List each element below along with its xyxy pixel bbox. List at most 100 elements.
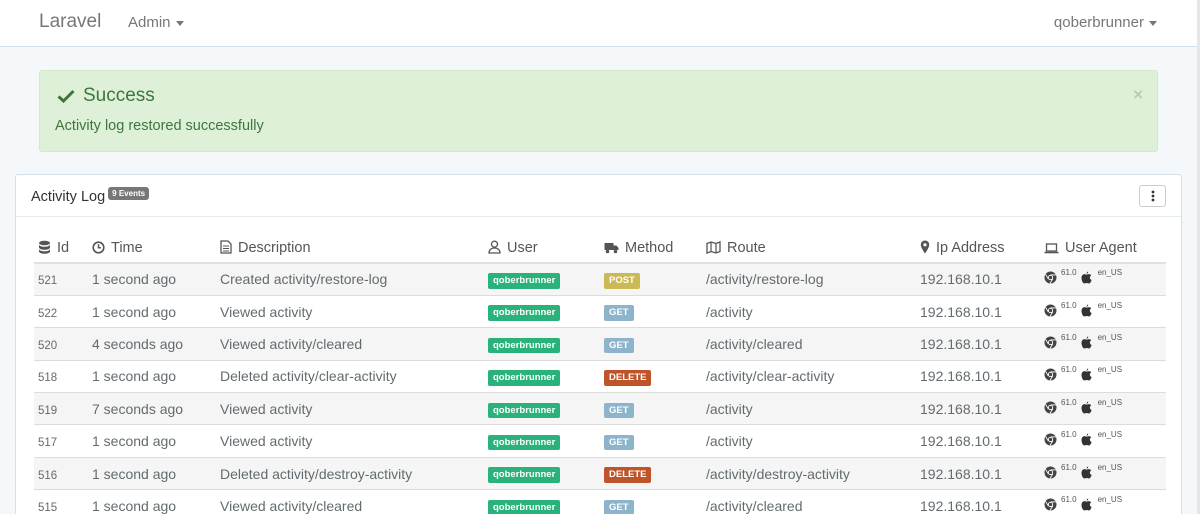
cell-description: Deleted activity/destroy-activity <box>216 456 484 490</box>
cell-route: /activity/cleared <box>702 327 916 361</box>
cell-ip: 192.168.10.1 <box>916 327 1040 361</box>
table-row[interactable]: 515 1 second ago Viewed activity/cleared… <box>34 489 1166 514</box>
method-badge: POST <box>604 273 640 289</box>
column-header-description[interactable]: Description <box>216 233 484 264</box>
locale-label: en_US <box>1097 300 1123 310</box>
cell-route: /activity <box>702 424 916 458</box>
table-row[interactable]: 517 1 second ago Viewed activity qoberbr… <box>34 424 1166 458</box>
caret-down-icon <box>1149 20 1157 26</box>
map-icon <box>706 240 721 254</box>
cell-ip: 192.168.10.1 <box>916 489 1040 514</box>
cell-description: Created activity/restore-log <box>216 262 484 296</box>
chrome-icon <box>1044 368 1057 381</box>
cell-method: GET <box>600 327 702 361</box>
apple-icon <box>1081 401 1092 414</box>
cell-route: /activity/destroy-activity <box>702 456 916 490</box>
locale-label: en_US <box>1097 462 1123 472</box>
cell-time: 1 second ago <box>88 294 216 328</box>
cell-time: 1 second ago <box>88 489 216 514</box>
alert-title: Success <box>57 85 155 107</box>
table-row[interactable]: 522 1 second ago Viewed activity qoberbr… <box>34 294 1166 328</box>
user-dropdown[interactable]: qoberbrunner <box>1054 14 1157 31</box>
column-header-label: Route <box>727 239 766 256</box>
browser-version: 61.0 <box>1061 397 1077 407</box>
vertical-ellipsis-icon <box>1151 190 1154 202</box>
apple-icon <box>1081 336 1092 349</box>
locale-label: en_US <box>1097 397 1123 407</box>
column-header-label: Description <box>238 239 311 256</box>
admin-dropdown[interactable]: Admin <box>128 14 184 31</box>
activity-log-panel: Activity Log 9 Events Id Time Description… <box>15 174 1182 514</box>
cell-id: 522 <box>34 294 88 328</box>
cell-time: 4 seconds ago <box>88 327 216 361</box>
user-badge[interactable]: qoberbrunner <box>488 402 561 418</box>
cell-ip: 192.168.10.1 <box>916 262 1040 296</box>
column-header-label: Ip Address <box>936 239 1005 256</box>
column-header-route[interactable]: Route <box>702 233 916 264</box>
user-badge[interactable]: qoberbrunner <box>488 337 561 354</box>
cell-method: DELETE <box>600 359 702 393</box>
cell-user: qoberbrunner <box>484 489 600 514</box>
cell-ip: 192.168.10.1 <box>916 294 1040 328</box>
column-header-method[interactable]: Method <box>600 233 702 264</box>
method-badge: GET <box>604 434 634 451</box>
cell-ip: 192.168.10.1 <box>916 424 1040 458</box>
chrome-icon <box>1044 401 1057 414</box>
table-header-row: Id Time Description User Method Route Ip… <box>34 233 1166 264</box>
panel-title: Activity Log 9 Events <box>31 187 150 205</box>
user-badge[interactable]: qoberbrunner <box>488 273 561 289</box>
cell-route: /activity <box>702 294 916 328</box>
cell-agent: 61.0 en_US <box>1040 424 1166 458</box>
column-header-label: User Agent <box>1065 239 1137 256</box>
user-badge[interactable]: qoberbrunner <box>488 305 561 321</box>
apple-icon <box>1081 498 1092 511</box>
cell-method: GET <box>600 424 702 458</box>
user-badge[interactable]: qoberbrunner <box>488 467 561 483</box>
table-row[interactable]: 519 7 seconds ago Viewed activity qoberb… <box>34 392 1166 425</box>
table-row[interactable]: 516 1 second ago Deleted activity/destro… <box>34 456 1166 490</box>
brand-link[interactable]: Laravel <box>39 11 101 33</box>
chrome-icon <box>1044 433 1057 446</box>
cell-ip: 192.168.10.1 <box>916 392 1040 425</box>
browser-version: 61.0 <box>1061 300 1077 310</box>
panel-heading: Activity Log 9 Events <box>16 175 1181 217</box>
cell-id: 520 <box>34 327 88 361</box>
cell-description: Viewed activity/cleared <box>216 489 484 514</box>
column-header-ip[interactable]: Ip Address <box>916 233 1040 264</box>
cell-time: 1 second ago <box>88 262 216 296</box>
navbar: Laravel Admin qoberbrunner <box>0 0 1197 47</box>
user-badge[interactable]: qoberbrunner <box>488 370 561 386</box>
cell-user: qoberbrunner <box>484 456 600 490</box>
cell-id: 516 <box>34 456 88 490</box>
admin-dropdown-label: Admin <box>128 14 171 31</box>
cell-time: 1 second ago <box>88 424 216 458</box>
file-text-icon <box>220 239 232 254</box>
activity-table: Id Time Description User Method Route Ip… <box>34 233 1166 514</box>
alert-close-button[interactable]: × <box>1133 85 1143 105</box>
cell-description: Deleted activity/clear-activity <box>216 359 484 393</box>
user-dropdown-label: qoberbrunner <box>1053 14 1144 31</box>
cell-agent: 61.0 en_US <box>1040 456 1166 490</box>
column-header-user[interactable]: User <box>484 233 600 264</box>
browser-version: 61.0 <box>1061 365 1077 375</box>
table-row[interactable]: 521 1 second ago Created activity/restor… <box>34 262 1166 296</box>
column-header-label: Id <box>57 239 70 256</box>
table-row[interactable]: 518 1 second ago Deleted activity/clear-… <box>34 359 1166 393</box>
table-row[interactable]: 520 4 seconds ago Viewed activity/cleare… <box>34 327 1166 361</box>
column-header-id[interactable]: Id <box>34 233 88 264</box>
cell-description: Viewed activity <box>216 294 484 328</box>
column-header-time[interactable]: Time <box>88 233 216 264</box>
cell-agent: 61.0 en_US <box>1040 392 1166 425</box>
column-header-agent[interactable]: User Agent <box>1040 233 1166 264</box>
method-badge: GET <box>604 305 634 321</box>
cell-user: qoberbrunner <box>484 327 600 361</box>
cell-agent: 61.0 en_US <box>1040 489 1166 514</box>
locale-label: en_US <box>1097 332 1123 342</box>
method-badge: GET <box>604 499 634 514</box>
column-header-label: Time <box>111 239 143 256</box>
user-badge[interactable]: qoberbrunner <box>488 499 561 514</box>
user-badge[interactable]: qoberbrunner <box>488 434 561 451</box>
cell-agent: 61.0 en_US <box>1040 327 1166 361</box>
cell-method: DELETE <box>600 456 702 490</box>
panel-menu-button[interactable] <box>1139 185 1166 207</box>
